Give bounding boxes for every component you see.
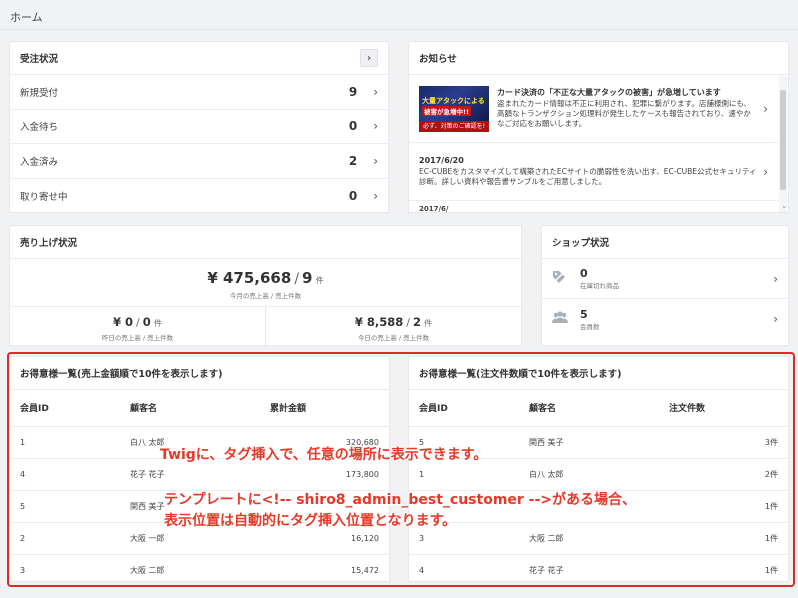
news-banner-image: 大量アタックによる 被害が急増中!! 必ず、対策のご確認を! [419,85,489,132]
chevron-right-icon: › [373,188,378,203]
monthly-sales: ¥ 475,668/9 件 今月の売上高 / 売上件数 [10,259,521,307]
month-amount: ¥ 475,668 [207,269,292,287]
today-amount: ¥ 8,588 [354,315,404,329]
order-status-count: 0 [348,119,358,134]
shop-status-row[interactable]: 5 会員数 › [542,299,788,339]
shop-card: ショップ状況 0 在庫切れ商品 › 5 会員数 › [541,225,789,346]
shop-status-value: 5 会員数 [574,308,773,331]
yesterday-sales: ¥ 0/0 件 昨日の売上高 / 売上件数 [10,307,265,349]
news-card: お知らせ 大量アタックによる 被害が急増中!! 必ず、対策のご確認を! カード決… [408,41,789,213]
users-icon [552,310,574,328]
news-item-title: 2017/6/20 [419,156,464,165]
news-item-title: カード決済の「不正な大量アタックの被害」が急増しています [497,88,721,97]
yesterday-caption: 昨日の売上高 / 売上件数 [101,334,174,342]
today-unit: 件 [424,319,433,328]
order-status-row[interactable]: 入金済み 2 › [10,144,388,179]
order-status-count: 9 [348,84,358,99]
chevron-right-icon: › [773,271,778,286]
scroll-down-icon[interactable]: ⌄ [781,202,787,210]
order-status-row[interactable]: 新規受付 9 › [10,75,388,110]
order-status-row[interactable]: 取り寄せ中 0 › [10,179,388,214]
order-status-row[interactable]: 入金待ち 0 › [10,110,388,144]
scrollbar-thumb[interactable] [780,90,786,190]
tag-icon [552,269,574,288]
page-title: ホーム [10,11,43,24]
shop-card-title: ショップ状況 [552,238,610,249]
order-status-label: 取り寄せ中 [20,191,68,203]
chevron-right-icon: › [763,164,768,179]
orders-card-title: 受注状況 [20,54,59,65]
order-status-count: 0 [348,188,358,203]
shop-card-header: ショップ状況 [542,226,788,259]
annotation-text: 表示位置は自動的にタグ挿入位置となります。 [164,513,457,529]
sales-card-header: 売り上げ状況 [10,226,521,259]
month-unit: 件 [315,276,324,285]
annotation-text: Twigに、タグ挿入で、任意の場所に表示できます。 [160,447,488,463]
yesterday-amount: ¥ 0 [113,315,134,329]
member-count: 5 [580,307,588,321]
sales-card-title: 売り上げ状況 [20,238,78,249]
news-card-title: お知らせ [419,54,457,65]
orders-more-button[interactable]: › [360,49,378,67]
chevron-right-icon: › [373,153,378,168]
order-status-count: 2 [348,153,358,168]
news-item-content: 2017/6/20 EC-CUBEをカスタマイズして構築されたECサイトの脆弱性… [419,156,757,187]
member-caption: 会員数 [580,322,600,331]
today-count: 2 [412,315,421,329]
news-item[interactable]: 2017/6/20 EC-CUBEをカスタマイズして構築されたECサイトの脆弱性… [409,143,788,201]
shop-status-value: 0 在庫切れ商品 [574,267,773,290]
news-item-partial: 2017/6/ [419,205,449,213]
header-divider [0,29,798,30]
month-caption: 今月の売上高 / 売上件数 [229,292,302,300]
order-status-label: 入金待ち [20,122,59,134]
sales-card: 売り上げ状況 ¥ 475,668/9 件 今月の売上高 / 売上件数 ¥ 0/0… [9,225,522,349]
news-item-body: EC-CUBEをカスタマイズして構築されたECサイトの脆弱性を洗い出す、EC-C… [419,167,757,186]
orders-card: 受注状況 › 新規受付 9 › 入金待ち 0 › 入金済み 2 › 取り寄せ中 … [9,41,389,213]
banner-text: 被害が急増中!! [422,105,471,116]
order-status-label: 新規受付 [20,87,59,99]
news-item-content: カード決済の「不正な大量アタックの被害」が急増しています 盗まれたカード情報は不… [497,88,757,129]
chevron-right-icon: › [373,119,378,134]
order-status-label: 入金済み [20,156,59,168]
today-caption: 今日の売上高 / 売上件数 [357,334,430,342]
news-item[interactable]: 大量アタックによる 被害が急増中!! 必ず、対策のご確認を! カード決済の「不正… [409,75,788,143]
chevron-right-icon: › [373,84,378,99]
news-scrollbar[interactable] [779,76,787,212]
annotation-highlight-box [7,352,795,587]
chevron-right-icon: › [763,101,768,116]
yesterday-count: 0 [142,315,151,329]
yesterday-unit: 件 [153,319,162,328]
banner-text: 大量アタックによる [422,96,485,105]
orders-card-header: 受注状況 › [10,42,388,75]
out-of-stock-caption: 在庫切れ商品 [580,282,619,290]
out-of-stock-count: 0 [580,267,588,280]
today-sales: ¥ 8,588/2 件 今日の売上高 / 売上件数 [265,307,521,349]
month-count: 9 [302,269,313,287]
banner-text: 必ず、対策のご確認を! [419,120,489,132]
shop-status-row[interactable]: 0 在庫切れ商品 › [542,259,788,299]
chevron-right-icon: › [773,312,778,326]
news-card-header: お知らせ [409,42,788,75]
news-item-body: 盗まれたカード情報は不正に利用され、犯罪に繋がります。店舗様側にも、高額なトラン… [497,99,752,128]
daily-sales: ¥ 0/0 件 昨日の売上高 / 売上件数 ¥ 8,588/2 件 今日の売上高… [10,307,521,349]
annotation-text: テンプレートに<!-- shiro8_admin_best_customer -… [164,492,637,508]
